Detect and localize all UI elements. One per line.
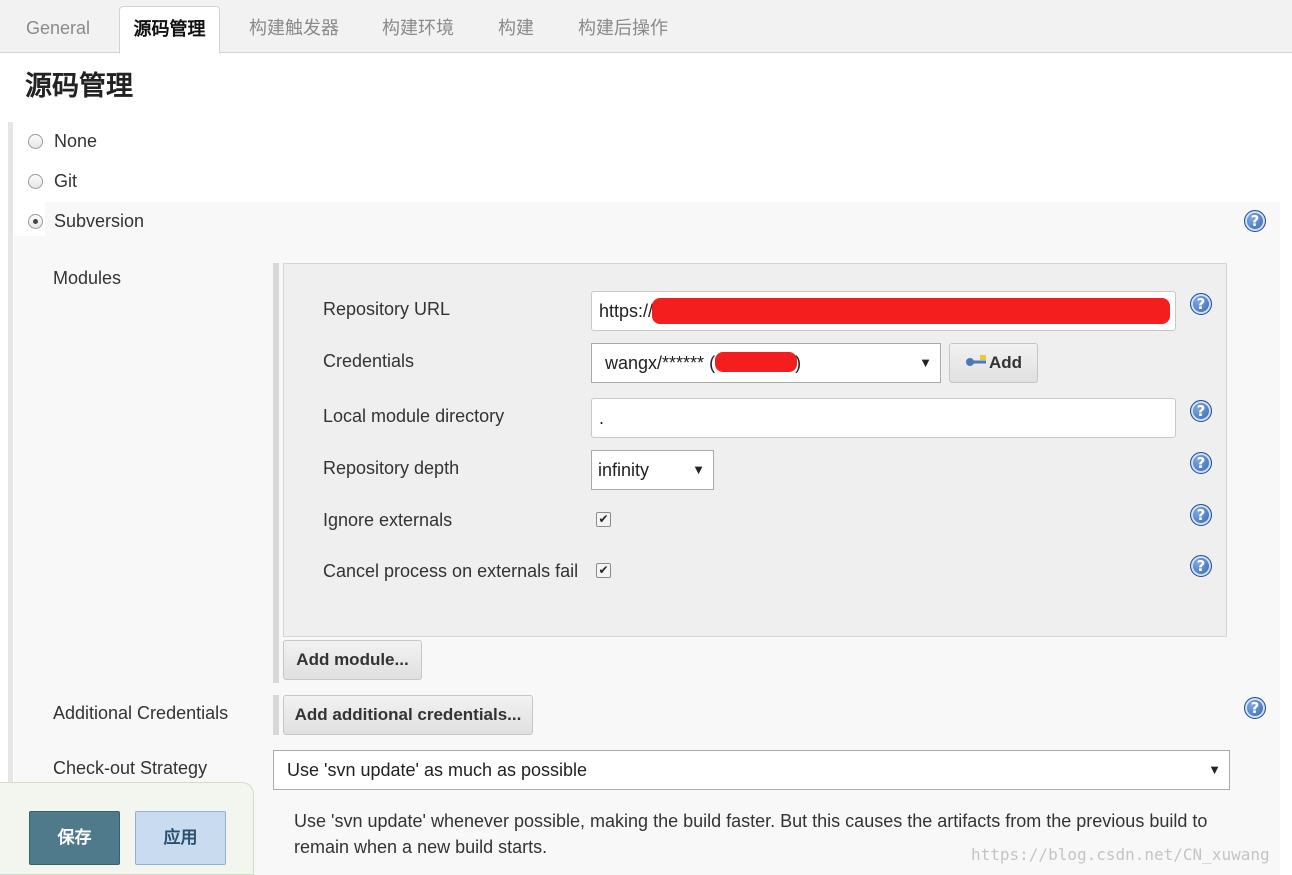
- ignore-externals-label: Ignore externals: [323, 510, 453, 530]
- help-icon[interactable]: ?: [1190, 504, 1212, 526]
- tab-general[interactable]: General: [8, 6, 108, 53]
- tab-build-triggers[interactable]: 构建触发器: [234, 6, 354, 53]
- redaction-mark: [715, 352, 797, 372]
- help-icon[interactable]: ?: [1190, 293, 1212, 315]
- help-icon[interactable]: ?: [1190, 555, 1212, 577]
- tab-build-environment[interactable]: 构建环境: [368, 6, 468, 53]
- repository-url-label: Repository URL: [323, 299, 451, 319]
- modules-label: Modules: [53, 268, 122, 288]
- local-module-directory-input[interactable]: .: [591, 398, 1176, 438]
- add-credentials-label: Add: [988, 353, 1023, 372]
- ignore-externals-checkbox[interactable]: ✔: [596, 512, 611, 527]
- save-button[interactable]: 保存: [29, 811, 120, 865]
- repository-depth-select[interactable]: infinity ▼: [591, 450, 714, 490]
- add-module-button[interactable]: Add module...: [283, 640, 422, 680]
- help-icon[interactable]: ?: [1244, 697, 1266, 719]
- scm-option-label: None: [54, 131, 98, 151]
- local-module-directory-label: Local module directory: [323, 406, 505, 426]
- checkout-strategy-label: Check-out Strategy: [53, 758, 208, 778]
- repository-depth-label: Repository depth: [323, 458, 460, 478]
- radio-subversion[interactable]: [28, 214, 43, 229]
- scm-option-none[interactable]: None: [28, 131, 97, 152]
- dropdown-arrow-icon: ▼: [692, 462, 705, 477]
- repository-depth-value: infinity: [598, 460, 650, 480]
- local-module-directory-value: .: [599, 408, 605, 428]
- add-credentials-button[interactable]: Add: [949, 343, 1038, 383]
- section-rule: [8, 122, 13, 875]
- dropdown-arrow-icon: ▼: [919, 355, 932, 370]
- watermark: https://blog.csdn.net/CN_xuwang: [971, 845, 1270, 864]
- key-icon: [966, 355, 986, 366]
- tab-source-management[interactable]: 源码管理: [119, 6, 220, 54]
- cancel-process-label: Cancel process on externals fail: [323, 561, 579, 581]
- tab-bar: General 源码管理 构建触发器 构建环境 构建 构建后操作: [0, 0, 1292, 54]
- help-icon[interactable]: ?: [1244, 210, 1266, 232]
- credentials-value-prefix: wangx/****** (: [605, 353, 716, 373]
- additional-credentials-bar: [273, 695, 279, 735]
- subversion-panel-top: [45, 202, 1280, 238]
- scm-option-git[interactable]: Git: [28, 171, 77, 192]
- checkout-strategy-select[interactable]: Use 'svn update' as much as possible ▼: [273, 750, 1230, 790]
- radio-none[interactable]: [28, 134, 43, 149]
- scm-option-label: Subversion: [54, 211, 145, 231]
- cancel-process-checkbox[interactable]: ✔: [596, 563, 611, 578]
- help-icon[interactable]: ?: [1190, 452, 1212, 474]
- checkout-strategy-value: Use 'svn update' as much as possible: [287, 760, 588, 780]
- additional-credentials-label: Additional Credentials: [53, 703, 229, 723]
- tab-post-build[interactable]: 构建后操作: [563, 6, 683, 53]
- dropdown-arrow-icon: ▼: [1208, 762, 1221, 777]
- repository-url-value: https://: [599, 301, 654, 321]
- page-title: 源码管理: [25, 71, 133, 101]
- apply-button[interactable]: 应用: [135, 811, 226, 865]
- add-additional-credentials-button[interactable]: Add additional credentials...: [283, 695, 533, 735]
- radio-git[interactable]: [28, 174, 43, 189]
- credentials-label: Credentials: [323, 351, 415, 371]
- help-icon[interactable]: ?: [1190, 400, 1212, 422]
- modules-bar: [273, 263, 279, 683]
- redaction-mark: [652, 298, 1170, 324]
- scm-option-subversion[interactable]: Subversion: [28, 211, 144, 232]
- tab-build[interactable]: 构建: [485, 6, 547, 53]
- scm-option-label: Git: [54, 171, 78, 191]
